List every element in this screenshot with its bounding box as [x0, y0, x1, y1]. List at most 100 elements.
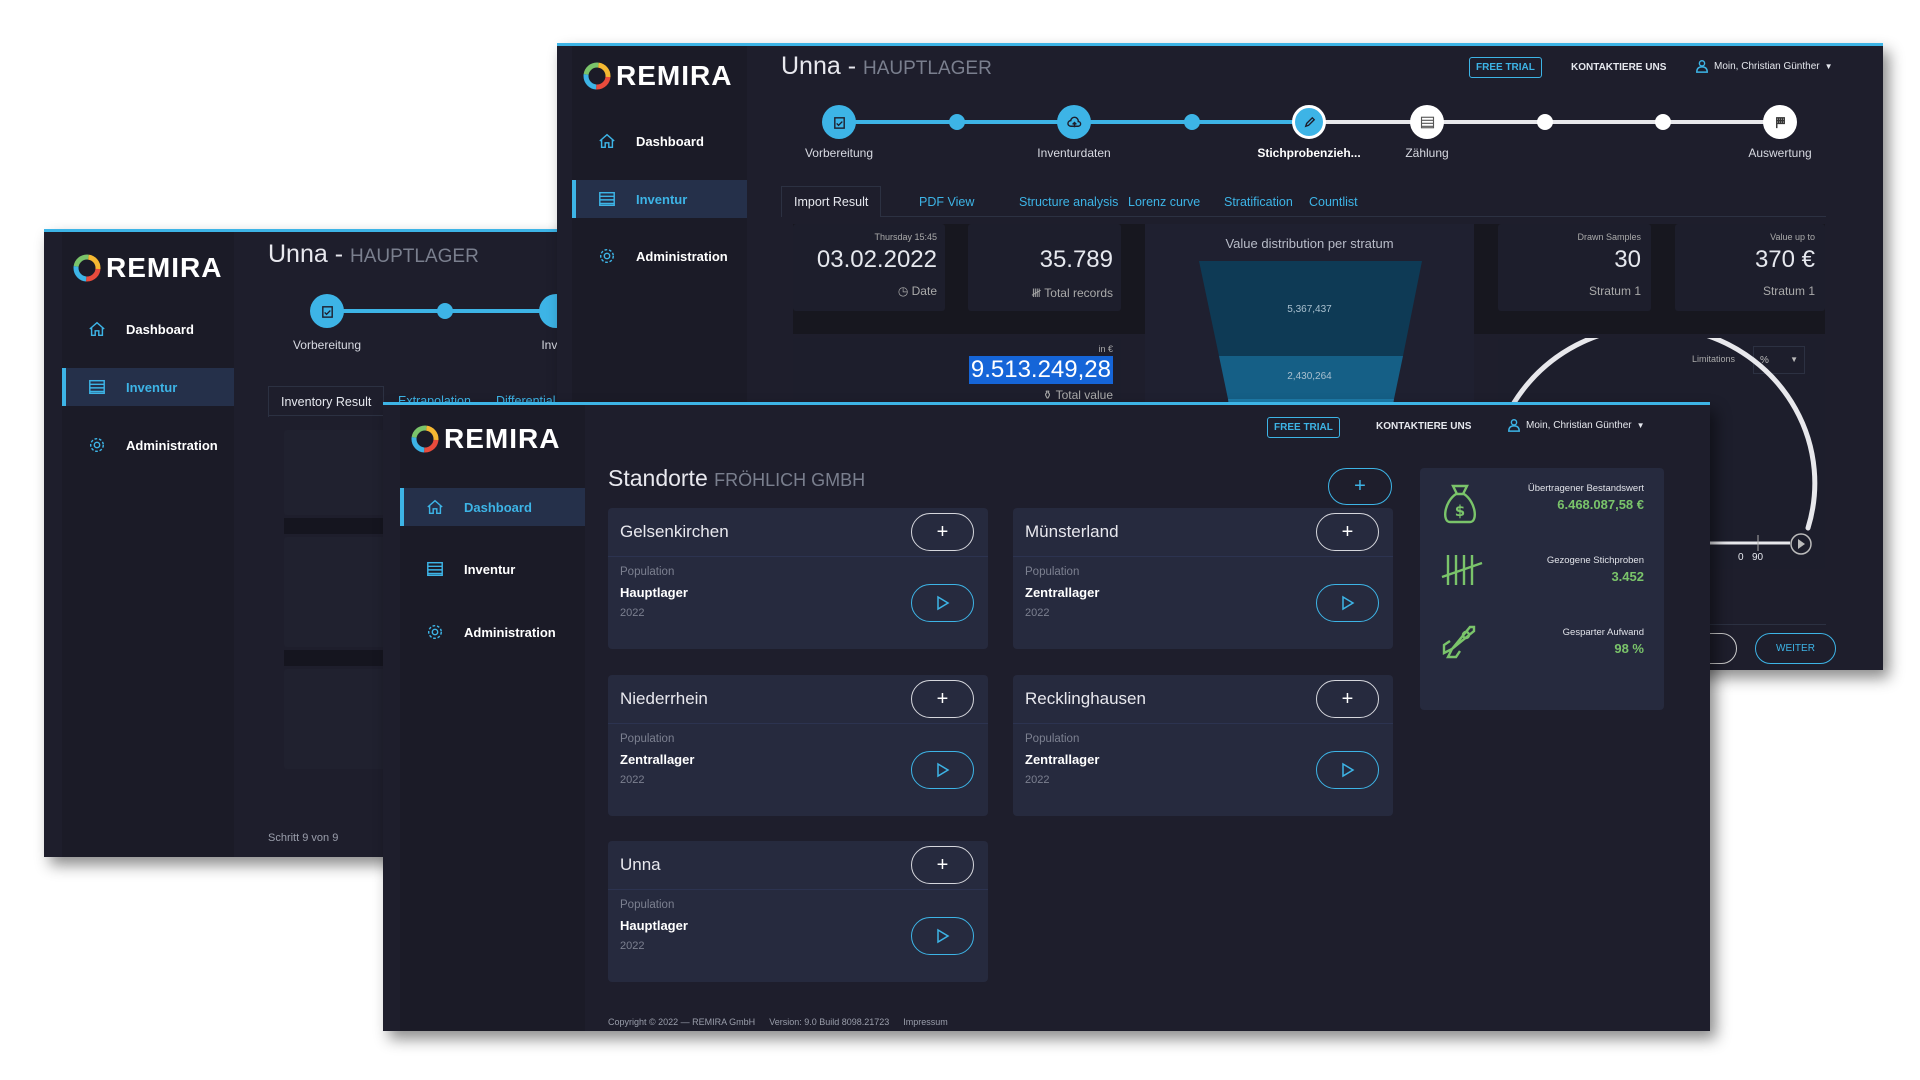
page-subtitle: HAUPTLAGER — [350, 246, 479, 267]
sidebar-item-inventur[interactable]: Inventur — [400, 550, 585, 588]
step-dot — [437, 303, 453, 319]
tab-stratification[interactable]: Stratification — [1224, 195, 1293, 209]
nav-label: Dashboard — [464, 499, 532, 515]
population-label: Population — [1025, 566, 1080, 578]
sidebar-item-administration[interactable]: Administration — [62, 426, 234, 464]
upto-label: Stratum 1 — [1762, 284, 1815, 298]
user-name: Moin, Christian Günther — [1714, 60, 1820, 72]
play-icon — [936, 762, 949, 778]
tab-inventory-result[interactable]: Inventory Result — [268, 386, 385, 417]
next-button[interactable]: WEITER — [1755, 633, 1836, 664]
start-button[interactable] — [1316, 584, 1379, 622]
step-vorbereitung[interactable] — [822, 105, 856, 139]
contact-link[interactable]: KONTAKTIERE UNS — [1376, 421, 1471, 432]
start-button[interactable] — [911, 584, 974, 622]
population-label: Population — [620, 733, 675, 745]
start-button[interactable] — [1316, 751, 1379, 789]
population-year: 2022 — [620, 940, 645, 952]
add-location-button[interactable]: + — [1328, 468, 1392, 505]
upto-value: 370 € — [1754, 246, 1815, 273]
user-menu[interactable]: Moin, Christian Günther ▼ — [1507, 418, 1645, 432]
locations-window: REMIRA Dashboard Inventur Administration… — [383, 402, 1710, 1031]
free-trial-button[interactable]: FREE TRIAL — [1267, 417, 1340, 438]
start-button[interactable] — [911, 751, 974, 789]
clipboard-check-icon — [321, 305, 333, 318]
tab-structure-analysis[interactable]: Structure analysis — [1019, 195, 1118, 209]
add-population-button[interactable]: + — [1316, 513, 1379, 551]
impressum-link[interactable]: Impressum — [903, 1017, 948, 1027]
tab-pdf-view[interactable]: PDF View — [919, 195, 974, 209]
nav-label: Administration — [126, 437, 218, 453]
tab-countlist[interactable]: Countlist — [1309, 195, 1358, 209]
step-dot — [1655, 114, 1671, 130]
population-value: Zentrallager — [1025, 752, 1100, 767]
date-card: Thursday 15:45 03.02.2022 ◷ Date — [793, 224, 945, 311]
step-dot — [1184, 114, 1200, 130]
stat-value: 3.452 — [1611, 569, 1644, 584]
start-button[interactable] — [911, 917, 974, 955]
step-auswertung[interactable] — [1763, 105, 1797, 139]
sidebar-item-administration[interactable]: Administration — [400, 613, 585, 651]
add-population-button[interactable]: + — [1316, 680, 1379, 718]
add-population-button[interactable]: + — [911, 513, 974, 551]
sidebar-item-dashboard[interactable]: Dashboard — [400, 488, 585, 526]
user-menu[interactable]: Moin, Christian Günther ▼ — [1695, 59, 1833, 73]
tab-lorenz-curve[interactable]: Lorenz curve — [1128, 195, 1200, 209]
logo-text: REMIRA — [444, 423, 561, 454]
stats-panel: $ Übertragener Bestandswert 6.468.087,58… — [1420, 468, 1664, 710]
records-card: 35.789 𝍸 Total records — [968, 224, 1121, 311]
add-population-button[interactable]: + — [911, 680, 974, 718]
value-up-to-card: Value up to 370 € Stratum 1 — [1675, 224, 1825, 311]
user-icon — [1507, 418, 1521, 432]
sidebar-item-dashboard[interactable]: Dashboard — [572, 122, 747, 160]
step-vorbereitung[interactable] — [310, 294, 344, 328]
step-stichprobenziehung[interactable] — [1292, 105, 1326, 139]
nav-label: Dashboard — [126, 321, 194, 337]
user-name: Moin, Christian Günther — [1526, 419, 1632, 431]
location-card: Unna + Population Hauptlager 2022 — [608, 841, 988, 982]
records-value: 35.789 — [1039, 246, 1113, 273]
play-icon — [1341, 595, 1354, 611]
clock-icon: ◷ — [897, 284, 912, 298]
step-zaehlung[interactable] — [1410, 105, 1444, 139]
funnel-value: 5,367,437 — [1287, 304, 1332, 315]
gear-icon — [88, 436, 106, 454]
logo-text: REMIRA — [616, 60, 733, 91]
stat-value: 98 % — [1614, 641, 1644, 656]
caret-down-icon: ▼ — [1636, 420, 1645, 430]
location-card: Recklinghausen + Population Zentrallager… — [1013, 675, 1393, 816]
tally-icon — [1441, 555, 1483, 585]
abacus-icon — [1420, 115, 1435, 130]
caret-down-icon: ▼ — [1824, 61, 1833, 71]
total-value-label: ⚱ Total value — [1042, 388, 1113, 402]
population-year: 2022 — [1025, 774, 1050, 786]
sidebar-item-inventur[interactable]: Inventur — [572, 180, 747, 218]
step-dot — [1537, 114, 1553, 130]
population-year: 2022 — [1025, 607, 1050, 619]
add-population-button[interactable]: + — [911, 846, 974, 884]
nav-label: Administration — [464, 624, 556, 640]
value-unit: in € — [1098, 344, 1113, 354]
tab-import-result[interactable]: Import Result — [781, 186, 882, 217]
stat-label: Übertragener Bestandswert — [1527, 483, 1644, 494]
money-bag-icon: ⚱ — [1042, 388, 1056, 402]
free-trial-button[interactable]: FREE TRIAL — [1469, 57, 1542, 78]
remira-logo: REMIRA — [582, 60, 732, 92]
page-title: Unna - HAUPTLAGER — [781, 52, 992, 80]
population-label: Population — [620, 566, 675, 578]
contact-link[interactable]: KONTAKTIERE UNS — [1571, 62, 1666, 73]
tally-icon: 𝍸 — [1031, 286, 1045, 300]
stat-value: 6.468.087,58 € — [1557, 497, 1644, 512]
play-icon — [936, 595, 949, 611]
tick-label: 0 — [1738, 552, 1744, 563]
clipboard-check-icon — [833, 116, 845, 129]
sidebar-item-inventur[interactable]: Inventur — [62, 368, 234, 406]
step-inventurdaten[interactable] — [1057, 105, 1091, 139]
checkered-flag-icon — [1775, 116, 1785, 128]
tick-label: 90 — [1752, 552, 1764, 563]
svg-text:$: $ — [1455, 502, 1465, 520]
sidebar-item-administration[interactable]: Administration — [572, 237, 747, 275]
step-label: Inventurdaten — [1037, 146, 1111, 160]
sidebar-item-dashboard[interactable]: Dashboard — [62, 310, 234, 348]
nav-label: Inventur — [126, 379, 178, 395]
